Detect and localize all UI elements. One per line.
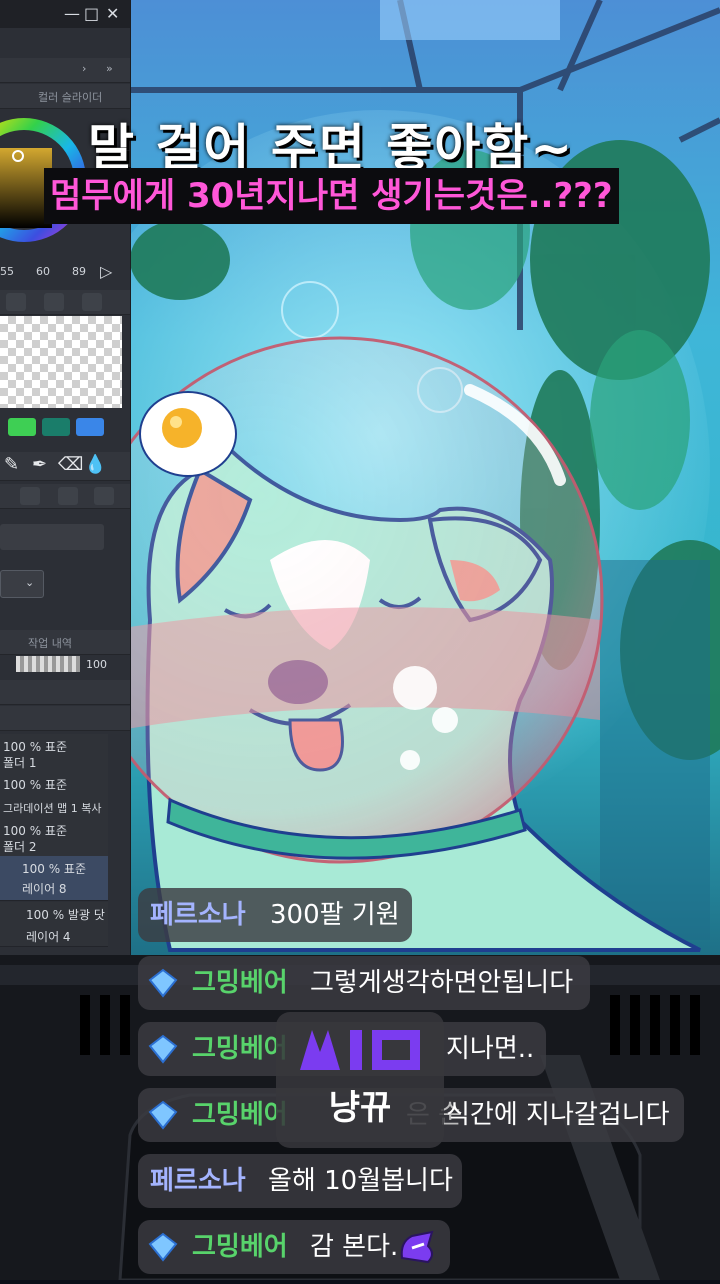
chat-message: 그밍베어 그렇게생각하면안됩니다	[138, 956, 590, 1010]
eraser-icon[interactable]: ⌫	[58, 454, 83, 475]
chat-text: 식간에 지나갈겁니다	[446, 1100, 670, 1130]
blend-mode-select[interactable]	[0, 524, 104, 550]
maximize-button[interactable]: □	[84, 4, 99, 23]
brush-icon[interactable]: ✎	[4, 454, 19, 475]
layer-mode: 100 % 표준	[3, 778, 68, 792]
chat-username: 그밍베어	[192, 1100, 288, 1130]
layer-name: 폴더 2	[3, 840, 37, 854]
gem-badge-icon	[148, 968, 178, 998]
dropdown-select[interactable]: ⌄	[0, 570, 44, 598]
layer-name: 레이어 4	[26, 930, 71, 944]
chat-text: 그렇게생각하면안됩니다	[310, 968, 574, 998]
layer-mode: 100 % 발광 닷	[26, 908, 105, 922]
chat-message: 페르소나 올해 10월봅니다	[138, 1154, 462, 1208]
layer-name: 레이어 8	[22, 882, 67, 896]
color-value-3: 89	[72, 265, 86, 278]
layers-header: 작업 내역	[0, 630, 130, 655]
chat-text: 올해 10월봅니다	[268, 1166, 453, 1196]
chat-username: 그밍베어	[192, 1232, 288, 1262]
tool-tab-icon-2[interactable]	[58, 487, 78, 505]
color-tabs: 컬러 슬라이더	[0, 84, 130, 109]
chat-username: 페르소나	[150, 1166, 246, 1196]
gem-badge-icon	[148, 1232, 178, 1262]
color-swatch[interactable]	[42, 418, 70, 436]
layer-name: 그라데이션 맵 1 복사	[3, 802, 102, 815]
layer-lock-row	[0, 680, 130, 705]
layer-row[interactable]: 100 % 발광 닷 레이어 4	[0, 902, 108, 947]
layer-mode: 100 % 표준	[3, 824, 68, 838]
chat-text: 300팔 기원	[270, 900, 400, 930]
sub-view-icon-2[interactable]	[44, 293, 64, 311]
chevron-right-icon[interactable]: ›	[82, 62, 86, 75]
chat-text: 감 본다.	[310, 1232, 399, 1262]
play-icon[interactable]: ▷	[100, 262, 112, 281]
layer-name: 폴더 1	[3, 756, 37, 770]
chat-username: 그밍베어	[192, 1034, 288, 1064]
chat-text: 지나면..	[446, 1034, 535, 1064]
close-button[interactable]: ✕	[106, 4, 119, 23]
color-value-2: 60	[36, 265, 50, 278]
pen-icon[interactable]: ✒	[32, 454, 47, 475]
sub-view-icon-3[interactable]	[82, 293, 102, 311]
chat-message: 그밍베어 감 본다.	[138, 1220, 450, 1274]
layer-mode: 100 % 표준	[3, 740, 68, 754]
tool-tab-icon-1[interactable]	[20, 487, 40, 505]
chat-message: 페르소나 300팔 기원	[138, 888, 412, 942]
layer-ops-row	[0, 706, 130, 731]
chat-username: 페르소나	[150, 900, 246, 930]
tool-property-tabs	[0, 484, 130, 509]
color-value-1: 55	[0, 265, 14, 278]
color-swatch[interactable]	[8, 418, 36, 436]
chat-username: 그밍베어	[192, 968, 288, 998]
color-values-row: 55 60 89 ▷	[0, 262, 130, 284]
chevron-down-icon: ⌄	[25, 576, 35, 589]
gem-badge-icon	[148, 1100, 178, 1130]
sub-view-icon-1[interactable]	[6, 293, 26, 311]
minimize-button[interactable]: —	[64, 4, 80, 23]
purple-emote-icon	[400, 1230, 434, 1264]
layer-row-selected[interactable]: 100 % 표준 레이어 8	[0, 856, 108, 901]
panel-toolbar: › »	[0, 58, 130, 83]
channel-logo-label: 냥뀨	[328, 1088, 392, 1128]
gem-badge-icon	[148, 1034, 178, 1064]
double-chevron-icon[interactable]: »	[106, 62, 113, 75]
brush-tool-row: ✎ ✒ ⌫ 💧	[0, 452, 130, 481]
window-titlebar: — □ ✕	[0, 0, 130, 28]
caption-subtitle: 멈무에게 30년지나면 생기는것은..???	[44, 168, 619, 224]
opacity-slider[interactable]	[16, 656, 80, 672]
opacity-value: 100	[86, 658, 107, 671]
layer-row[interactable]: 100 % 표준	[0, 772, 108, 799]
tool-tab-icon-3[interactable]	[94, 487, 114, 505]
channel-logo-mark	[300, 1030, 420, 1070]
tab-color-slider[interactable]: 컬러 슬라이더	[38, 89, 102, 105]
history-tab[interactable]: 작업 내역	[28, 635, 72, 651]
layer-mode: 100 % 표준	[22, 862, 87, 876]
color-swatch[interactable]	[76, 418, 104, 436]
transparent-preview	[0, 316, 122, 408]
sub-view-tabs	[0, 290, 130, 315]
blend-icon[interactable]: 💧	[84, 454, 106, 475]
